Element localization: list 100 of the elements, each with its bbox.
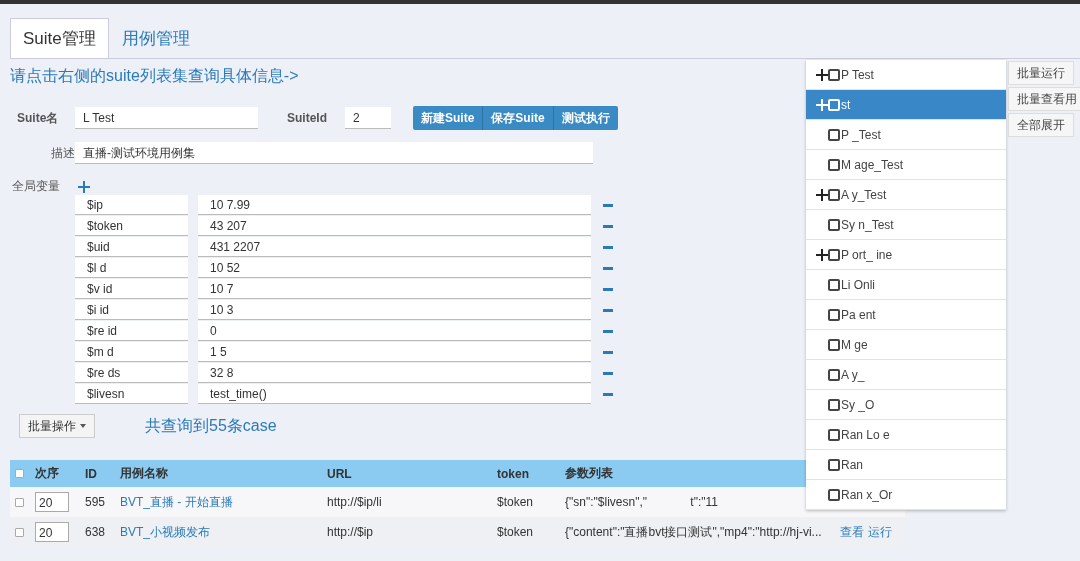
suite-list-item[interactable]: Pa ent — [806, 300, 1006, 330]
checkbox[interactable] — [828, 398, 840, 411]
suite-name: M age_Test — [841, 157, 904, 172]
add-icon[interactable] — [78, 180, 90, 193]
suite-name: Ran Lo e — [841, 427, 890, 442]
suite-list-item[interactable]: Ran Lo e — [806, 420, 1006, 450]
side-button[interactable]: 批量运行 — [1008, 61, 1074, 85]
variable-value-field[interactable]: 10 3 — [198, 300, 591, 320]
variable-value-field[interactable]: 0 — [198, 321, 591, 341]
checkbox[interactable] — [828, 308, 840, 321]
variable-name-field[interactable]: $token — [75, 216, 188, 236]
suite-name: st — [841, 97, 851, 112]
hint-text: 请点击右侧的suite列表集查询具体信息-> — [10, 66, 299, 86]
expand-icon[interactable] — [816, 188, 828, 201]
action-link[interactable]: 运行 — [868, 523, 892, 541]
remove-icon[interactable] — [603, 245, 613, 249]
suite-list-item[interactable]: P ort_ ine — [806, 240, 1006, 270]
suite-name: Sy _O — [841, 397, 875, 412]
checkbox[interactable] — [828, 218, 840, 231]
toolbar-button[interactable]: 保存Suite — [483, 106, 554, 130]
expand-icon[interactable] — [816, 68, 828, 81]
remove-icon[interactable] — [603, 392, 613, 396]
remove-icon[interactable] — [603, 308, 613, 312]
action-link[interactable]: 查看 — [840, 523, 864, 541]
case-link[interactable]: BVT_直播 - 开始直播 — [120, 494, 233, 509]
suite-list-item[interactable]: Ran x_Or — [806, 480, 1006, 510]
remove-icon[interactable] — [603, 203, 613, 207]
column-header: 次序 — [30, 460, 80, 487]
tab[interactable]: Suite管理 — [10, 18, 109, 58]
order-field[interactable]: 20 — [35, 492, 69, 512]
suite-list-item[interactable]: A y_Test — [806, 180, 1006, 210]
checkbox[interactable] — [828, 158, 840, 171]
order-field[interactable]: 20 — [35, 522, 69, 542]
variable-name-field[interactable]: $livesn — [75, 384, 188, 404]
suite-list-item[interactable]: Sy _O — [806, 390, 1006, 420]
variable-value-field[interactable]: 431 2207 — [198, 237, 591, 257]
checkbox[interactable] — [828, 68, 840, 81]
suite-name: Sy n_Test — [841, 217, 894, 232]
suite-list-item[interactable]: Ran — [806, 450, 1006, 480]
batch-dropdown[interactable]: 批量操作 — [19, 414, 95, 438]
table-cell: {"content":"直播bvt接口测试","mp4":"http://hj-vi... — [565, 524, 822, 539]
variable-value-field[interactable]: test_time() — [198, 384, 591, 404]
column-header: URL — [322, 460, 492, 487]
checkbox[interactable] — [828, 248, 840, 261]
suite-list-item[interactable]: M ge — [806, 330, 1006, 360]
table-cell: http://$ip — [322, 517, 492, 547]
checkbox[interactable] — [828, 488, 840, 501]
variable-name-field[interactable]: $re ds — [75, 363, 188, 383]
suite-name: P ort_ ine — [841, 247, 893, 262]
toolbar-button[interactable]: 新建Suite — [413, 106, 484, 130]
case-link[interactable]: BVT_小视频发布 — [120, 524, 210, 539]
remove-icon[interactable] — [603, 350, 613, 354]
variable-value-field[interactable]: 1 5 — [198, 342, 591, 362]
checkbox[interactable] — [15, 497, 24, 507]
checkbox[interactable] — [828, 368, 840, 381]
expand-icon[interactable] — [816, 248, 828, 261]
checkbox[interactable] — [828, 128, 840, 141]
remove-icon[interactable] — [603, 266, 613, 270]
suite-name: A y_ — [841, 367, 865, 382]
variable-value-field[interactable]: 43 207 — [198, 216, 591, 236]
suite-list-item[interactable]: P _Test — [806, 120, 1006, 150]
suite-list-item[interactable]: Sy n_Test — [806, 210, 1006, 240]
suite-name: M ge — [841, 337, 868, 352]
variable-name-field[interactable]: $v id — [75, 279, 188, 299]
checkbox[interactable] — [828, 338, 840, 351]
checkbox[interactable] — [828, 458, 840, 471]
variable-name-field[interactable]: $re id — [75, 321, 188, 341]
variable-name-field[interactable]: $l d — [75, 258, 188, 278]
remove-icon[interactable] — [603, 329, 613, 333]
suite-list-item[interactable]: Li Onli — [806, 270, 1006, 300]
checkbox[interactable] — [828, 428, 840, 441]
variable-value-field[interactable]: 10 7.99 — [198, 195, 591, 215]
tab[interactable]: 用例管理 — [108, 18, 203, 58]
suite-list-item[interactable]: M age_Test — [806, 150, 1006, 180]
variable-name-field[interactable]: $m d — [75, 342, 188, 362]
toolbar-button[interactable]: 测试执行 — [553, 106, 618, 130]
checkbox[interactable] — [828, 278, 840, 291]
checkbox[interactable] — [828, 188, 840, 201]
caret-icon — [80, 424, 86, 428]
table-cell: $token — [492, 517, 560, 547]
description-field[interactable]: 直播-测试环境用例集 — [75, 142, 593, 164]
remove-icon[interactable] — [603, 287, 613, 291]
variable-value-field[interactable]: 32 8 — [198, 363, 591, 383]
column-header: ID — [80, 460, 115, 487]
checkbox[interactable] — [15, 469, 24, 478]
variable-name-field[interactable]: $ip — [75, 195, 188, 215]
side-button[interactable]: 全部展开 — [1008, 113, 1074, 137]
remove-icon[interactable] — [603, 371, 613, 375]
variable-value-field[interactable]: 10 52 — [198, 258, 591, 278]
suite-name: Ran x_Or — [841, 487, 893, 502]
side-button[interactable]: 批量查看用 — [1008, 87, 1080, 111]
variable-value-field[interactable]: 10 7 — [198, 279, 591, 299]
suite-name-field[interactable]: L Test — [75, 107, 258, 129]
table-cell: 595 — [80, 487, 115, 517]
checkbox[interactable] — [15, 527, 24, 537]
variable-name-field[interactable]: $uid — [75, 237, 188, 257]
remove-icon[interactable] — [603, 224, 613, 228]
variable-name-field[interactable]: $i id — [75, 300, 188, 320]
suite-id-field[interactable]: 2 — [345, 107, 391, 129]
suite-list-item[interactable]: A y_ — [806, 360, 1006, 390]
